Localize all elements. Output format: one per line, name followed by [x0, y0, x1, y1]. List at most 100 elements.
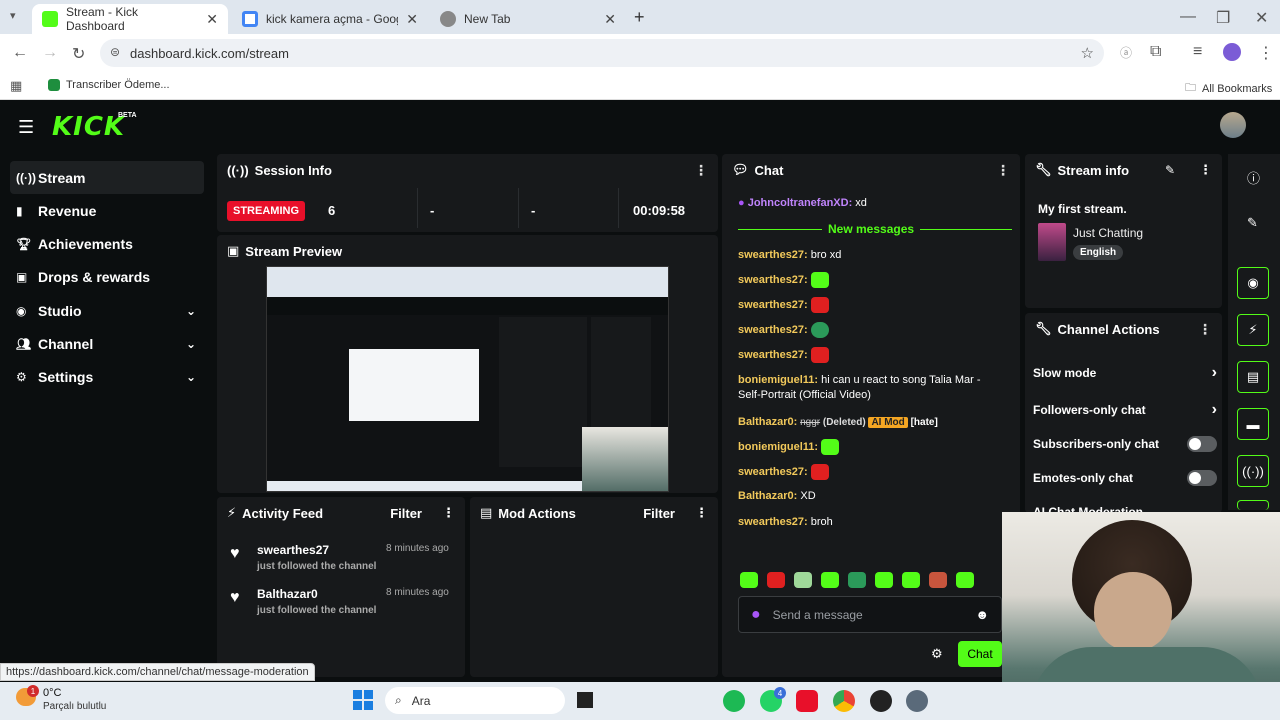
windows-start-icon[interactable]: [353, 690, 373, 710]
url-input[interactable]: ⊜ dashboard.kick.com/stream ☆: [100, 39, 1104, 67]
back-arrow-icon[interactable]: ←: [12, 44, 28, 62]
sidebar-item-stream[interactable]: ((·)) Stream: [10, 161, 204, 194]
category-thumbnail[interactable]: [1038, 223, 1066, 261]
minimize-icon[interactable]: —: [1180, 8, 1196, 26]
hamburger-menu-icon[interactable]: ☰: [18, 117, 34, 138]
emote-icon[interactable]: [848, 572, 866, 588]
close-icon[interactable]: ✕: [206, 11, 218, 28]
kebab-icon[interactable]: ⋮: [442, 505, 455, 521]
sidebar-item-label: Channel: [38, 335, 94, 352]
sidebar-item-studio[interactable]: ◉ Studio ⌄: [10, 294, 204, 327]
profile-avatar[interactable]: [1223, 43, 1241, 61]
all-bookmarks-button[interactable]: 🗀 All Bookmarks: [1185, 79, 1272, 98]
sidebar-item-channel[interactable]: 👥︎ Channel ⌄: [10, 327, 204, 360]
site-info-icon[interactable]: ⊜: [110, 45, 120, 59]
info-icon[interactable]: ⓘ: [1247, 168, 1260, 187]
maximize-icon[interactable]: ❐: [1216, 8, 1230, 28]
emote-icon[interactable]: [875, 572, 893, 588]
kebab-icon[interactable]: ⋮: [694, 162, 708, 179]
chat-username[interactable]: swearthes27:: [738, 324, 808, 336]
task-view-icon[interactable]: [577, 692, 593, 708]
close-icon[interactable]: ✕: [604, 11, 616, 28]
chat-username[interactable]: swearthes27:: [738, 274, 808, 286]
apps-grid-icon[interactable]: ▦: [10, 78, 22, 94]
window-close-icon[interactable]: ✕: [1255, 8, 1268, 28]
obs-icon[interactable]: [870, 690, 892, 712]
activity-time: 8 minutes ago: [386, 543, 449, 554]
settings-gear-icon[interactable]: [906, 690, 928, 712]
emote-icon[interactable]: [767, 572, 785, 588]
emote-icon[interactable]: [956, 572, 974, 588]
emote-icon[interactable]: [740, 572, 758, 588]
filter-button[interactable]: Filter: [390, 506, 422, 521]
kebab-icon[interactable]: ⋮: [996, 162, 1010, 179]
sidebar-item-settings[interactable]: ⚙ Settings ⌄: [10, 360, 204, 393]
chat-message: Balthazar0: XD: [738, 489, 998, 504]
rail-document-button[interactable]: ▤: [1237, 361, 1269, 393]
app-icon[interactable]: [796, 690, 818, 712]
followers-only-row[interactable]: Followers-only chat ›: [1033, 401, 1217, 419]
menu-kebab-icon[interactable]: ⋮: [1258, 43, 1274, 63]
chat-send-button[interactable]: Chat: [958, 641, 1002, 667]
kebab-icon[interactable]: ⋮: [1199, 162, 1212, 178]
close-icon[interactable]: ✕: [406, 11, 418, 28]
rail-broadcast-button[interactable]: ((·)): [1237, 455, 1269, 487]
edit-pencil-icon[interactable]: ✎: [1247, 215, 1258, 231]
rail-camera-button[interactable]: ◉: [1237, 267, 1269, 299]
chevron-right-icon: ›: [1211, 364, 1217, 381]
chat-username[interactable]: swearthes27:: [738, 466, 808, 478]
chat-username[interactable]: boniemiguel11:: [738, 374, 818, 386]
rail-chat-button[interactable]: ▬: [1237, 408, 1269, 440]
tab-search-icon[interactable]: ▾: [10, 9, 16, 22]
panel-title: Stream info: [1057, 162, 1130, 178]
rail-lightning-button[interactable]: ⚡︎: [1237, 314, 1269, 346]
kick-logo[interactable]: KICK: [52, 112, 125, 142]
sidebar-item-drops[interactable]: ▣ Drops & rewards: [10, 260, 204, 293]
chat-username[interactable]: Balthazar0:: [738, 490, 797, 502]
new-tab-button[interactable]: +: [634, 7, 645, 28]
weather-text: Parçalı bulutlu: [43, 701, 107, 712]
chat-username[interactable]: JohncoltranefanXD:: [748, 197, 853, 209]
chat-username[interactable]: swearthes27:: [738, 349, 808, 361]
tab-kick-dashboard[interactable]: Stream - Kick Dashboard ✕: [32, 4, 228, 34]
emote-icon[interactable]: [794, 572, 812, 588]
tab-new-tab[interactable]: New Tab ✕: [430, 4, 626, 34]
spotify-icon[interactable]: [723, 690, 745, 712]
user-avatar[interactable]: [1220, 112, 1246, 138]
tab-google-search[interactable]: kick kamera açma - Google'da A ✕: [232, 4, 428, 34]
category-name[interactable]: Just Chatting: [1073, 226, 1143, 240]
sidebar-item-achievements[interactable]: 🏆︎ Achievements: [10, 227, 204, 260]
stream-preview-video[interactable]: [266, 266, 669, 492]
chat-username[interactable]: swearthes27:: [738, 249, 808, 261]
forward-arrow-icon[interactable]: →: [42, 44, 58, 62]
activity-user[interactable]: swearthes27: [257, 543, 329, 557]
emotes-only-toggle[interactable]: [1187, 470, 1217, 486]
reload-icon[interactable]: ↻: [72, 44, 85, 64]
extensions-icon[interactable]: ⧉: [1150, 43, 1161, 61]
chrome-icon[interactable]: [833, 690, 855, 712]
chat-input[interactable]: ● Send a message ☻: [738, 596, 1002, 633]
kebab-icon[interactable]: ⋮: [695, 505, 708, 521]
chat-settings-icon[interactable]: ⚙: [931, 646, 943, 662]
taskbar-search[interactable]: ⌕ Ara: [385, 687, 565, 714]
activity-user[interactable]: Balthazar0: [257, 587, 318, 601]
filter-button[interactable]: Filter: [643, 506, 675, 521]
emote-icon[interactable]: [902, 572, 920, 588]
slow-mode-row[interactable]: Slow mode ›: [1033, 364, 1217, 382]
emoji-icon[interactable]: ☻: [975, 607, 989, 622]
edit-pencil-icon[interactable]: ✎: [1165, 163, 1175, 177]
rail-more-button[interactable]: [1237, 500, 1269, 510]
bookmark-transcriber[interactable]: Transcriber Ödeme...: [48, 79, 170, 91]
translate-icon[interactable]: ⓐ: [1120, 44, 1132, 61]
sidebar-item-revenue[interactable]: ▮ Revenue: [10, 194, 204, 227]
emote-icon[interactable]: [929, 572, 947, 588]
star-icon[interactable]: ☆: [1081, 44, 1094, 62]
emote-icon[interactable]: [821, 572, 839, 588]
chat-username[interactable]: Balthazar0:: [738, 416, 797, 428]
media-icon[interactable]: ≡: [1193, 43, 1202, 61]
chat-username[interactable]: swearthes27:: [738, 516, 808, 528]
subscribers-only-toggle[interactable]: [1187, 436, 1217, 452]
chat-username[interactable]: swearthes27:: [738, 299, 808, 311]
kebab-icon[interactable]: ⋮: [1198, 321, 1212, 338]
chat-username[interactable]: boniemiguel11:: [738, 441, 818, 453]
